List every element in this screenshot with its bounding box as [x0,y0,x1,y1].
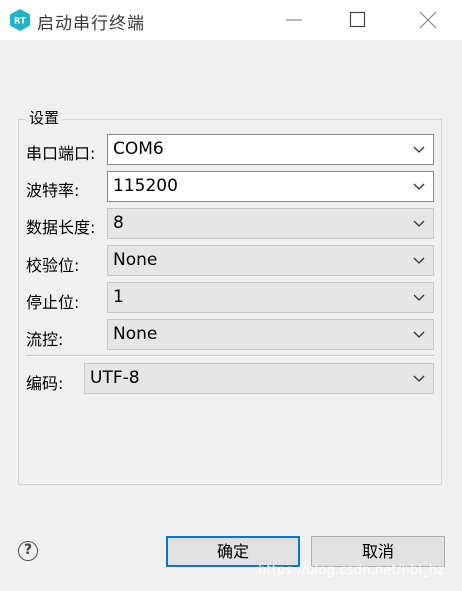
encoding-select[interactable]: UTF-8 [84,363,434,394]
encoding-value: UTF-8 [90,368,140,388]
stop-bits-select[interactable]: 1 [107,282,434,313]
settings-group-label: 设置 [26,107,63,128]
minimize-icon [286,19,302,21]
flow-control-value: None [113,324,158,344]
divider [26,355,434,357]
serial-port-select[interactable]: COM6 [107,134,434,165]
chevron-down-icon [413,146,425,153]
close-button[interactable] [406,0,450,40]
stop-bits-label: 停止位: [26,293,80,312]
minimize-button[interactable] [272,0,316,40]
watermark-text: https://blog.csdn.net/hbl_hz [258,563,445,578]
chevron-down-icon [413,294,425,301]
baud-rate-label: 波特率: [26,181,80,200]
flow-control-label: 流控: [26,330,64,349]
stop-bits-value: 1 [113,287,124,307]
maximize-icon [349,11,366,28]
flow-control-select[interactable]: None [107,319,434,350]
title-bar: RT 启动串行终端 [0,0,462,40]
data-bits-value: 8 [113,213,124,233]
maximize-button[interactable] [336,0,380,40]
app-logo-icon: RT [9,9,31,31]
chevron-down-icon [413,257,425,264]
parity-label: 校验位: [26,256,80,275]
help-icon[interactable]: ? [18,541,38,561]
chevron-down-icon [413,220,425,227]
serial-port-label: 串口端口: [26,144,96,163]
app-logo-text: RT [14,17,26,27]
data-bits-select[interactable]: 8 [107,208,434,239]
chevron-down-icon [413,331,425,338]
baud-rate-select[interactable]: 115200 [107,171,434,202]
encoding-label: 编码: [26,374,64,393]
window-title: 启动串行终端 [37,14,145,34]
serial-port-value: COM6 [113,139,164,159]
baud-rate-value: 115200 [113,176,178,196]
chevron-down-icon [413,183,425,190]
parity-value: None [113,250,158,270]
close-icon [419,11,437,29]
parity-select[interactable]: None [107,245,434,276]
chevron-down-icon [413,375,425,382]
data-bits-label: 数据长度: [26,218,96,237]
